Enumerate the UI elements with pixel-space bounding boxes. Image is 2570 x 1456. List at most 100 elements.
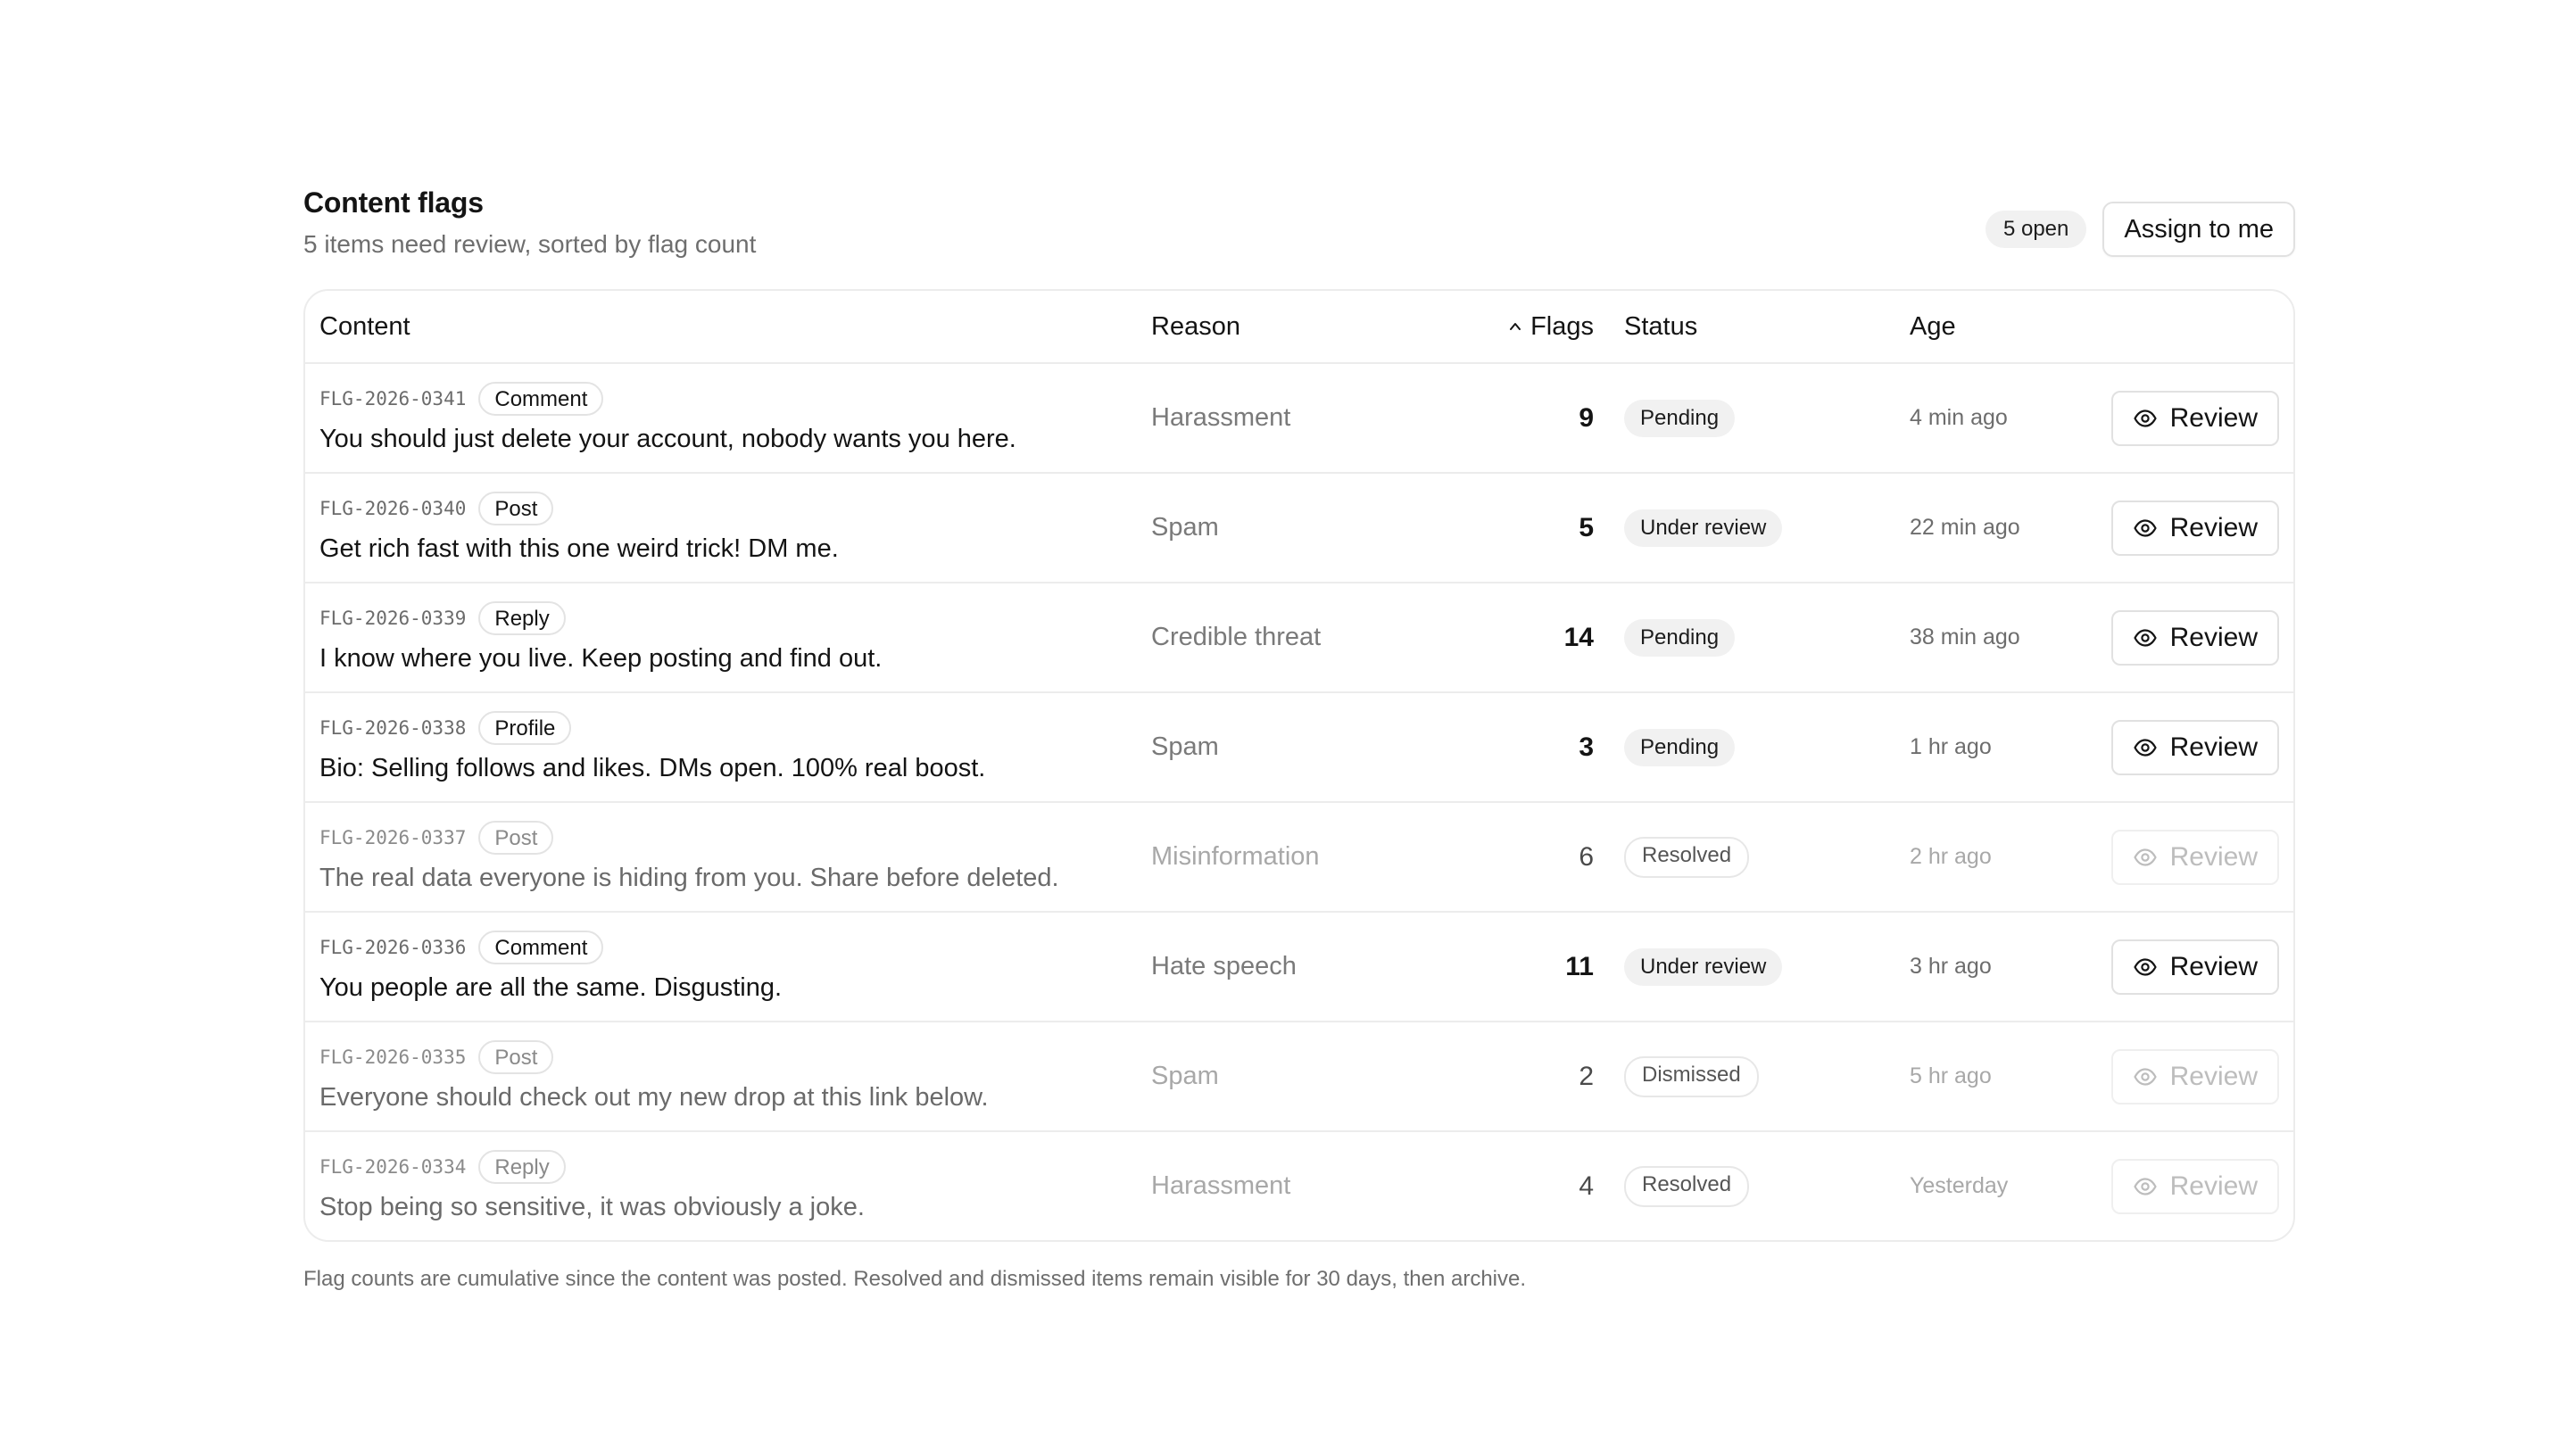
content-meta: FLG-2026-0335 Post [319,1040,1137,1074]
column-header-status[interactable]: Status [1610,312,1895,342]
content-cell: FLG-2026-0341 Comment You should just de… [305,382,1137,454]
reason-cell: Credible threat [1151,623,1322,651]
table-body: FLG-2026-0341 Comment You should just de… [305,364,2293,1240]
review-button-label: Review [2169,402,2258,433]
reason-cell: Harassment [1151,403,1291,432]
flag-count: 4 [1579,1171,1594,1201]
content-text: You people are all the same. Disgusting. [319,973,783,1002]
content-cell: FLG-2026-0340 Post Get rich fast with th… [305,492,1137,564]
review-button-label: Review [2169,1061,2258,1091]
eye-icon [2134,848,2157,866]
content-type-tag: Reply [478,601,566,635]
action-cell: Review [2092,500,2293,556]
review-button[interactable]: Review [2110,829,2279,885]
table-row[interactable]: FLG-2026-0336 Comment You people are all… [305,913,2293,1022]
action-cell: Review [2092,1048,2293,1104]
table-row[interactable]: FLG-2026-0339 Reply I know where you liv… [305,583,2293,693]
action-cell: Review [2092,939,2293,995]
content-text: Get rich fast with this one weird trick!… [319,534,839,563]
status-cell: Resolved [1610,836,1895,878]
flag-count: 3 [1579,732,1594,762]
status-cell: Pending [1610,399,1895,437]
review-button[interactable]: Review [2110,1158,2279,1214]
action-cell: Review [2092,829,2293,885]
status-cell: Resolved [1610,1165,1895,1207]
status-badge: Resolved [1624,1165,1750,1207]
open-count-badge: 5 open [1985,211,2087,248]
content-meta: FLG-2026-0334 Reply [319,1150,1137,1184]
content-flags-panel: Content flags 5 items need review, sorte… [303,175,2295,1292]
flag-id: FLG-2026-0334 [319,1156,467,1178]
table-row[interactable]: FLG-2026-0337 Post The real data everyon… [305,803,2293,913]
assign-to-me-button[interactable]: Assign to me [2102,202,2295,257]
age-cell: 22 min ago [1910,515,2020,540]
review-button[interactable]: Review [2110,500,2279,556]
action-cell: Review [2092,719,2293,775]
flag-count: 11 [1565,951,1594,981]
page-subtitle: 5 items need review, sorted by flag coun… [303,230,757,258]
review-button-label: Review [2169,1171,2258,1201]
status-cell: Pending [1610,618,1895,657]
panel-header: Content flags 5 items need review, sorte… [303,175,2295,259]
status-cell: Under review [1610,509,1895,547]
column-header-flags[interactable]: Flags [1469,312,1610,342]
column-header-content[interactable]: Content [305,312,1137,342]
eye-icon [2134,518,2157,537]
age-cell: 38 min ago [1910,625,2020,649]
table-row[interactable]: FLG-2026-0335 Post Everyone should check… [305,1022,2293,1132]
reason-cell: Spam [1151,1062,1219,1090]
table-row[interactable]: FLG-2026-0338 Profile Bio: Selling follo… [305,693,2293,803]
status-badge: Pending [1624,728,1736,766]
content-type-tag: Comment [478,382,604,416]
content-text: Bio: Selling follows and likes. DMs open… [319,754,986,782]
table-row[interactable]: FLG-2026-0334 Reply Stop being so sensit… [305,1132,2293,1240]
status-badge: Pending [1624,618,1736,657]
status-badge: Dismissed [1624,1055,1759,1097]
review-button[interactable]: Review [2110,939,2279,995]
review-button-label: Review [2169,732,2258,762]
content-meta: FLG-2026-0338 Profile [319,711,1137,745]
flag-id: FLG-2026-0339 [319,608,467,629]
review-button[interactable]: Review [2110,390,2279,446]
header-text: Content flags 5 items need review, sorte… [303,186,756,259]
review-button[interactable]: Review [2110,1048,2279,1104]
content-cell: FLG-2026-0338 Profile Bio: Selling follo… [305,711,1137,783]
flag-id: FLG-2026-0340 [319,498,467,519]
content-meta: FLG-2026-0336 Comment [319,931,1137,964]
age-cell: 3 hr ago [1910,954,1992,979]
action-cell: Review [2092,609,2293,666]
content-text: The real data everyone is hiding from yo… [319,864,1059,892]
age-cell: 1 hr ago [1910,734,1992,759]
flag-id: FLG-2026-0341 [319,388,467,410]
age-cell: 4 min ago [1910,405,2008,430]
content-text: Stop being so sensitive, it was obviousl… [319,1193,865,1221]
review-button[interactable]: Review [2110,609,2279,666]
content-type-tag: Post [478,1040,554,1074]
content-meta: FLG-2026-0337 Post [319,821,1137,855]
eye-icon [2134,1067,2157,1086]
review-button-label: Review [2169,951,2258,981]
column-header-age[interactable]: Age [1895,312,2092,342]
status-cell: Dismissed [1610,1055,1895,1097]
age-cell: 2 hr ago [1910,844,1992,869]
flag-id: FLG-2026-0335 [319,1046,467,1068]
column-header-reason[interactable]: Reason [1137,312,1469,342]
content-type-tag: Comment [478,931,604,964]
table-row[interactable]: FLG-2026-0340 Post Get rich fast with th… [305,474,2293,583]
content-text: You should just delete your account, nob… [319,425,1016,453]
review-button-label: Review [2169,841,2258,872]
content-text: I know where you live. Keep posting and … [319,644,883,673]
reason-cell: Misinformation [1151,842,1320,871]
content-type-tag: Reply [478,1150,566,1184]
review-button-label: Review [2169,622,2258,652]
flag-count: 2 [1579,1061,1594,1091]
eye-icon [2134,1177,2157,1195]
table-row[interactable]: FLG-2026-0341 Comment You should just de… [305,364,2293,474]
flag-count: 5 [1579,512,1594,542]
review-button[interactable]: Review [2110,719,2279,775]
flags-table: Content Reason Flags Status Age FLG-2026… [303,289,2295,1242]
status-badge: Pending [1624,399,1736,437]
status-badge: Under review [1624,947,1783,986]
content-cell: FLG-2026-0339 Reply I know where you liv… [305,601,1137,674]
content-meta: FLG-2026-0340 Post [319,492,1137,525]
